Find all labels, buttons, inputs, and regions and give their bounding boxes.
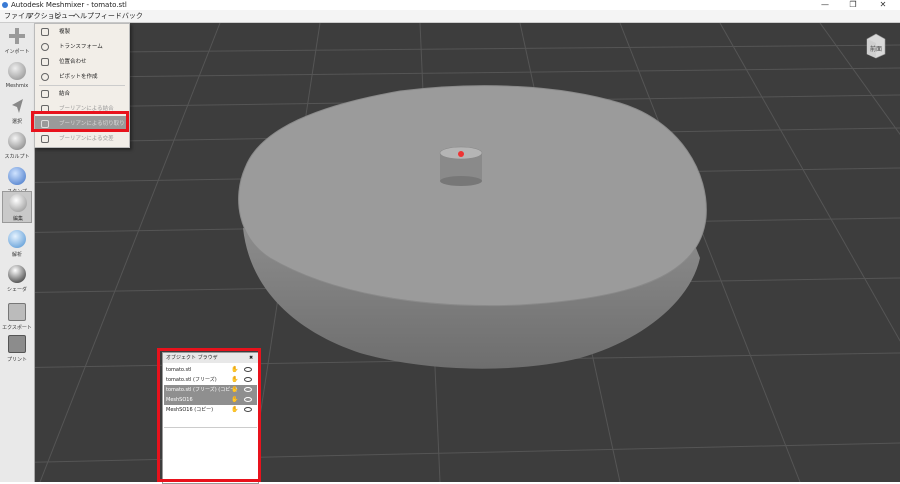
meshmixer-app-icon bbox=[2, 2, 8, 8]
tool-label: スカルプト bbox=[4, 154, 30, 160]
stamp-icon bbox=[8, 167, 26, 185]
tool-export[interactable]: エクスポート bbox=[2, 301, 32, 335]
menu-feedback[interactable]: フィードバック bbox=[94, 10, 143, 22]
minimize-button[interactable]: — bbox=[816, 0, 834, 10]
tool-label: Meshmix bbox=[5, 83, 29, 89]
tool-edit[interactable]: 編集 bbox=[2, 191, 32, 223]
menu-item-combine[interactable]: 結合 bbox=[35, 86, 129, 102]
tool-label: シェーダ bbox=[6, 287, 27, 293]
mesh-top-surface[interactable] bbox=[238, 85, 707, 307]
tool-label: エクスポート bbox=[2, 325, 32, 331]
tool-print[interactable]: プリント bbox=[2, 333, 32, 367]
menu-help[interactable]: ヘルプ bbox=[73, 10, 94, 22]
menu-item-boolean-intersection[interactable]: ブーリアンによる交差 bbox=[35, 131, 129, 147]
tool-meshmix[interactable]: Meshmix bbox=[2, 60, 32, 94]
window-title: Autodesk Meshmixer - tomato.stl bbox=[11, 1, 127, 9]
tool-label: 解析 bbox=[11, 252, 22, 258]
highlight-box-object-browser bbox=[157, 348, 261, 482]
combine-icon bbox=[41, 90, 49, 98]
tool-label: 編集 bbox=[12, 216, 23, 222]
cylinder-object[interactable] bbox=[439, 146, 483, 186]
plus-icon bbox=[8, 27, 26, 45]
export-icon bbox=[8, 303, 26, 321]
menu-bar: ファイル アクション ビュー ヘルプ フィードバック bbox=[0, 10, 900, 23]
align-icon bbox=[41, 58, 49, 66]
maximize-button[interactable]: ❐ bbox=[844, 0, 862, 10]
transform-icon bbox=[41, 43, 49, 51]
tool-import[interactable]: インポート bbox=[2, 25, 32, 59]
select-arrow-icon bbox=[8, 97, 26, 115]
tool-label: プリント bbox=[6, 357, 27, 363]
tool-select[interactable]: 選択 bbox=[2, 95, 32, 129]
menu-item-create-pivot[interactable]: ピボットを作成 bbox=[35, 69, 129, 85]
tool-label: インポート bbox=[4, 49, 30, 55]
scene-canvas[interactable] bbox=[0, 23, 900, 482]
menu-item-transform[interactable]: トランスフォーム bbox=[35, 39, 129, 55]
duplicate-icon bbox=[41, 28, 49, 36]
brush-icon bbox=[8, 132, 26, 150]
menu-item-align[interactable]: 位置合わせ bbox=[35, 54, 129, 70]
meshmix-icon bbox=[8, 62, 26, 80]
close-button[interactable]: ✕ bbox=[874, 0, 892, 10]
view-cube-label: 前面 bbox=[870, 45, 882, 53]
tool-label: 選択 bbox=[11, 119, 22, 125]
tool-sculpt[interactable]: スカルプト bbox=[2, 130, 32, 164]
tool-analysis[interactable]: 解析 bbox=[2, 228, 32, 262]
print-icon bbox=[8, 335, 26, 353]
title-bar: Autodesk Meshmixer - tomato.stl — ❐ ✕ bbox=[0, 0, 900, 10]
tool-shader[interactable]: シェーダ bbox=[2, 263, 32, 297]
shader-icon bbox=[8, 265, 26, 283]
pivot-icon bbox=[41, 73, 49, 81]
boolean-intersection-icon bbox=[41, 135, 49, 143]
highlight-box-menu bbox=[31, 111, 129, 132]
pivot-marker[interactable] bbox=[458, 151, 464, 157]
3d-viewport[interactable]: 前面 bbox=[0, 23, 900, 482]
menu-view[interactable]: ビュー bbox=[54, 10, 75, 22]
analysis-icon bbox=[8, 230, 26, 248]
edit-icon bbox=[9, 194, 27, 212]
view-cube[interactable]: 前面 bbox=[865, 33, 887, 59]
left-toolbar: インポート Meshmix 選択 スカルプト スタンプ 編集 解析 シェーダ エ… bbox=[0, 23, 35, 482]
menu-item-duplicate[interactable]: 複製 bbox=[35, 24, 129, 40]
